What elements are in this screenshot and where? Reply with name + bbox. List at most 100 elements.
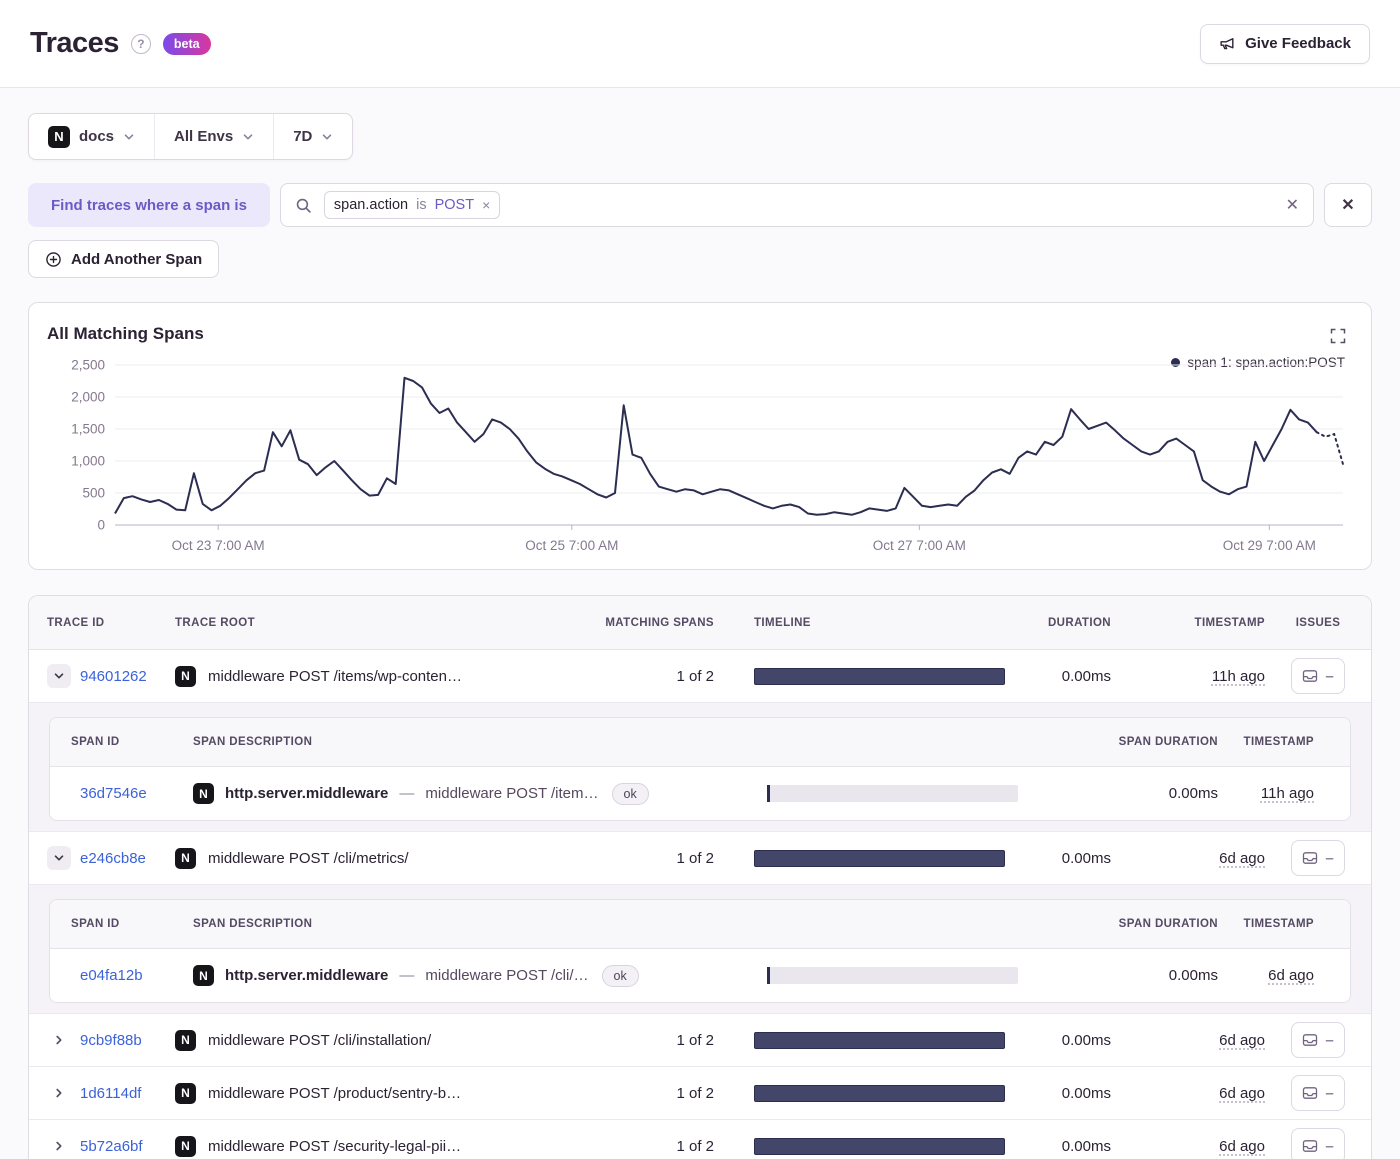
environment-selector[interactable]: All Envs [154,114,273,159]
span-row: 36d7546e N http.server.middleware — midd… [50,767,1350,820]
issues-button[interactable]: – [1291,1075,1345,1111]
expand-trace-button[interactable] [47,1134,71,1158]
trace-timestamp: 6d ago [1219,1137,1265,1155]
help-icon[interactable]: ? [130,33,151,54]
trace-timestamp: 6d ago [1219,1084,1265,1102]
search-clear-icon[interactable]: ✕ [1286,195,1299,215]
timeline-bar [754,1084,1005,1102]
search-filter-token[interactable]: span.action is POST × [323,191,501,219]
svg-text:1,000: 1,000 [71,454,105,469]
svg-text:1,500: 1,500 [71,422,105,437]
span-op: http.server.middleware [225,967,389,984]
trace-id-link[interactable]: 9cb9f88b [80,1032,142,1049]
trace-timestamp: 11h ago [1211,667,1265,685]
svg-text:Oct 27 7:00 AM: Oct 27 7:00 AM [873,538,966,553]
matching-spans-chart[interactable]: 2,500 2,000 1,500 1,000 500 0 Oct 23 7:00 AM Oc… [43,351,1357,561]
trace-duration: 0.00ms [1061,667,1111,685]
all-matching-spans-panel: All Matching Spans span 1: span.action:P… [28,302,1372,570]
svg-text:Oct 29 7:00 AM: Oct 29 7:00 AM [1223,538,1316,553]
nextjs-logo-icon: N [48,125,70,148]
issues-button[interactable]: – [1291,1022,1345,1058]
nextjs-logo-icon: N [175,1082,196,1104]
span-timestamp: 6d ago [1268,967,1314,984]
span-duration: 0.00ms [1168,967,1218,984]
add-another-span-button[interactable]: Add Another Span [28,240,220,278]
token-remove-icon[interactable]: × [482,198,490,212]
project-selector[interactable]: N docs [29,114,154,159]
description-separator: — [399,785,415,802]
col-span-timestamp: TIMESTAMP [1243,736,1314,748]
matching-spans-count: 1 of 2 [676,1084,714,1102]
trace-id-link[interactable]: 1d6114df [80,1085,141,1102]
col-span-duration: SPAN DURATION [1118,918,1218,930]
span-id-link[interactable]: 36d7546e [80,785,147,802]
issues-button[interactable]: – [1291,840,1345,876]
megaphone-icon [1219,35,1236,52]
issues-empty-value: – [1325,1031,1334,1049]
expand-trace-button[interactable] [47,1081,71,1105]
nextjs-logo-icon: N [193,965,214,986]
col-timestamp: TIMESTAMP [1194,616,1265,629]
timeline-bar [754,1137,1005,1155]
project-selector-value: docs [79,128,115,145]
top-bar: Traces ? beta Give Feedback [0,0,1400,88]
col-span-timestamp: TIMESTAMP [1243,918,1314,930]
expand-chart-icon[interactable] [1330,328,1346,344]
expanded-spans-section: SPAN ID SPAN DESCRIPTION SPAN DURATION T… [29,703,1371,832]
issues-button[interactable]: – [1291,658,1345,694]
date-range-selector[interactable]: 7D [273,114,352,159]
span-timeline-bar [767,785,1018,802]
span-timestamp: 11h ago [1260,785,1314,802]
col-trace-id: TRACE ID [47,616,105,629]
span-row: e04fa12b N http.server.middleware — midd… [50,949,1350,1002]
col-span-description: SPAN DESCRIPTION [193,736,313,748]
matching-spans-count: 1 of 2 [676,1137,714,1155]
plus-circle-icon [45,251,62,268]
table-row: 5b72a6bf N middleware POST /security-leg… [29,1120,1371,1159]
nextjs-logo-icon: N [175,1135,196,1157]
collapse-trace-button[interactable] [47,664,71,688]
give-feedback-button[interactable]: Give Feedback [1200,23,1370,64]
inbox-icon [1302,668,1318,684]
remove-span-row-button[interactable]: ✕ [1324,183,1372,227]
matching-spans-count: 1 of 2 [676,1031,714,1049]
issues-button[interactable]: – [1291,1128,1345,1159]
trace-duration: 0.00ms [1061,1031,1111,1049]
trace-root-text: middleware POST /security-legal-pii… [208,1137,462,1155]
span-id-link[interactable]: e04fa12b [80,967,143,984]
trace-id-link[interactable]: 5b72a6bf [80,1138,143,1155]
span-search-input[interactable]: span.action is POST × ✕ [279,183,1314,227]
table-row: e246cb8e N middleware POST /cli/metrics/… [29,832,1371,885]
add-another-span-label: Add Another Span [71,250,203,268]
token-operator: is [416,197,427,213]
table-row: 1d6114df N middleware POST /product/sent… [29,1067,1371,1120]
expand-trace-button[interactable] [47,1028,71,1052]
table-row: 94601262 N middleware POST /items/wp-con… [29,650,1371,703]
table-row: 9cb9f88b N middleware POST /cli/installa… [29,1014,1371,1067]
date-range-value: 7D [293,128,313,145]
trace-id-link[interactable]: 94601262 [80,668,147,685]
trace-id-link[interactable]: e246cb8e [80,850,146,867]
svg-text:500: 500 [82,486,105,501]
span-status-badge: ok [611,782,649,805]
token-key: span.action [333,197,409,213]
svg-text:2,500: 2,500 [71,358,105,373]
issues-empty-value: – [1325,1137,1334,1155]
inbox-icon [1302,1032,1318,1048]
nextjs-logo-icon: N [193,783,214,804]
inbox-icon [1302,850,1318,866]
expanded-spans-section: SPAN ID SPAN DESCRIPTION SPAN DURATION T… [29,885,1371,1014]
trace-duration: 0.00ms [1061,849,1111,867]
collapse-trace-button[interactable] [47,846,71,870]
span-op: http.server.middleware [225,785,389,802]
col-matching-spans: MATCHING SPANS [605,616,714,629]
inbox-icon [1302,1085,1318,1101]
col-span-id: SPAN ID [71,918,120,930]
timeline-bar [754,667,1005,685]
search-icon [295,197,312,214]
span-duration: 0.00ms [1168,785,1218,802]
trace-root-text: middleware POST /cli/installation/ [208,1031,432,1049]
trace-duration: 0.00ms [1061,1084,1111,1102]
col-duration: DURATION [1047,616,1111,629]
chevron-down-icon [123,131,135,143]
